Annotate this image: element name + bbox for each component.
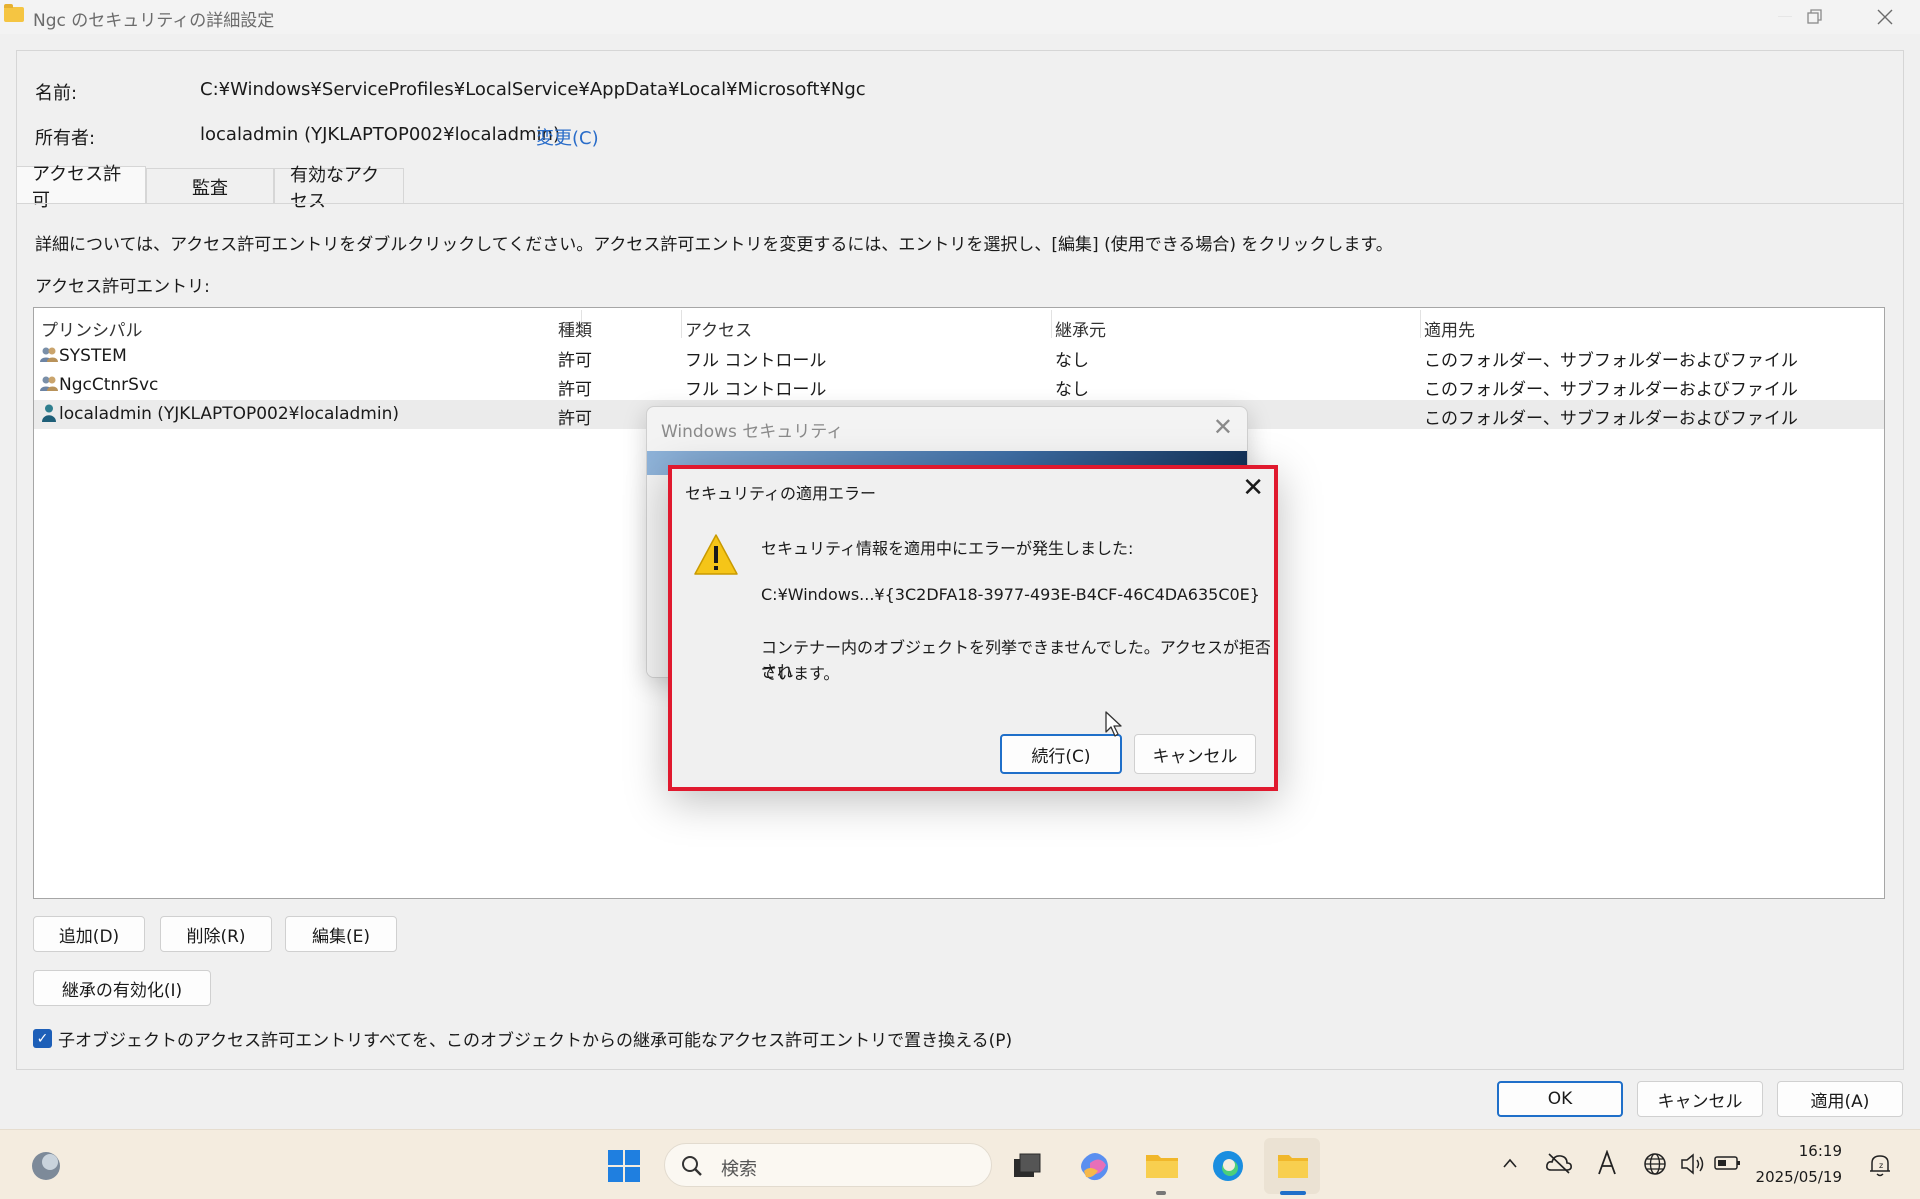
table-row[interactable]: SYSTEM 許可 フル コントロール なし このフォルダー、サブフォルダーおよ…	[34, 342, 1884, 371]
name-value: C:¥Windows¥ServiceProfiles¥LocalService¥…	[200, 79, 866, 100]
inherited-cell: なし	[1055, 351, 1089, 371]
principal-cell: localadmin (YJKLAPTOP002¥localadmin)	[59, 404, 399, 424]
task-view-icon[interactable]	[1012, 1151, 1042, 1181]
running-indicator	[1156, 1191, 1166, 1195]
principal-cell: NgcCtnrSvc	[59, 375, 159, 395]
mouse-cursor-icon	[1105, 711, 1122, 737]
column-header-applies-to[interactable]: 適用先	[1424, 316, 1475, 341]
network-globe-icon[interactable]	[1643, 1152, 1667, 1176]
inherited-cell: なし	[1055, 380, 1089, 400]
error-cancel-button[interactable]: キャンセル	[1134, 734, 1256, 774]
principal-cell: SYSTEM	[59, 346, 127, 366]
restore-icon	[1807, 9, 1822, 24]
info-text: 詳細については、アクセス許可エントリをダブルクリックしてください。アクセス許可エ…	[35, 235, 1393, 255]
notification-bell-icon[interactable]: z	[1868, 1152, 1892, 1178]
error-path: C:¥Windows...¥{3C2DFA18-3977-493E-B4CF-4…	[761, 585, 1260, 604]
type-cell: 許可	[558, 351, 592, 371]
folder-icon	[4, 4, 24, 22]
tab-effective-access[interactable]: 有効なアクセス	[274, 165, 404, 212]
minimize-icon	[1778, 16, 1792, 17]
applies-cell: このフォルダー、サブフォルダーおよびファイル	[1424, 351, 1798, 371]
access-cell: フル コントロール	[685, 380, 827, 400]
warning-icon	[694, 534, 738, 575]
type-cell: 許可	[558, 380, 592, 400]
edit-button[interactable]: 編集(E)	[285, 916, 397, 952]
battery-icon[interactable]	[1714, 1155, 1742, 1171]
svg-text:z: z	[1879, 1161, 1883, 1170]
cancel-button[interactable]: キャンセル	[1637, 1081, 1763, 1117]
name-label: 名前:	[35, 83, 78, 104]
window-title: Ngc のセキュリティの詳細設定	[33, 11, 275, 31]
taskbar-search[interactable]: 検索	[664, 1143, 992, 1187]
chevron-up-icon[interactable]	[1502, 1157, 1518, 1169]
access-cell: フル コントロール	[685, 351, 827, 371]
active-indicator	[1280, 1191, 1306, 1195]
apply-button[interactable]: 適用(A)	[1777, 1081, 1903, 1117]
enable-inheritance-button[interactable]: 継承の有効化(I)	[33, 970, 211, 1006]
user-group-icon	[40, 347, 58, 362]
table-row[interactable]: NgcCtnrSvc 許可 フル コントロール なし このフォルダー、サブフォル…	[34, 371, 1884, 400]
taskbar: 検索 16:19 2025/05/19 z	[0, 1129, 1920, 1199]
tab-auditing[interactable]: 監査	[146, 168, 274, 204]
permission-entries-label: アクセス許可エントリ:	[35, 277, 210, 297]
close-icon[interactable]: ✕	[1242, 473, 1264, 503]
copilot-icon[interactable]	[1078, 1149, 1112, 1183]
close-icon[interactable]: ✕	[1213, 413, 1233, 441]
tab-strip: アクセス許可 監査 有効なアクセス	[16, 164, 404, 212]
clock-time[interactable]: 16:19	[1762, 1142, 1842, 1160]
remove-button[interactable]: 削除(R)	[160, 916, 272, 952]
search-icon	[682, 1156, 702, 1176]
folder-app-icon[interactable]	[1276, 1149, 1310, 1181]
applies-cell: このフォルダー、サブフォルダーおよびファイル	[1424, 380, 1798, 400]
user-icon	[42, 404, 56, 422]
error-message-line1: セキュリティ情報を適用中にエラーが発生しました:	[761, 539, 1134, 558]
type-cell: 許可	[558, 409, 592, 429]
title-bar: Ngc のセキュリティの詳細設定	[0, 0, 1920, 34]
replace-child-permissions-label[interactable]: 子オブジェクトのアクセス許可エントリすべてを、このオブジェクトからの継承可能なア…	[58, 1026, 1012, 1051]
applies-cell: このフォルダー、サブフォルダーおよびファイル	[1424, 409, 1798, 429]
column-header-inherited-from[interactable]: 継承元	[1055, 316, 1106, 341]
add-button[interactable]: 追加(D)	[33, 916, 145, 952]
error-dialog-title: セキュリティの適用エラー	[685, 484, 877, 503]
ok-button[interactable]: OK	[1497, 1081, 1623, 1117]
owner-label: 所有者:	[35, 128, 96, 149]
search-placeholder: 検索	[721, 1159, 757, 1180]
close-icon	[1877, 9, 1893, 25]
ime-icon[interactable]	[1596, 1150, 1618, 1176]
restore-button[interactable]	[1792, 2, 1838, 32]
close-button[interactable]	[1862, 2, 1908, 32]
user-group-icon	[40, 376, 58, 391]
column-header-principal[interactable]: プリンシパル	[41, 316, 143, 341]
file-explorer-icon[interactable]	[1144, 1149, 1180, 1181]
owner-change-link[interactable]: 変更(C)	[536, 124, 599, 150]
error-message-line4: ています。	[761, 664, 840, 683]
column-header-access[interactable]: アクセス	[685, 316, 752, 341]
widgets-icon[interactable]	[30, 1150, 62, 1182]
windows-start-icon[interactable]	[607, 1149, 641, 1183]
tab-divider	[16, 203, 1904, 204]
tab-permissions[interactable]: アクセス許可	[16, 164, 146, 211]
volume-icon[interactable]	[1680, 1152, 1706, 1176]
onedrive-offline-icon[interactable]	[1545, 1152, 1573, 1174]
replace-child-permissions-checkbox[interactable]: ✓	[33, 1029, 52, 1048]
edge-browser-icon[interactable]	[1211, 1149, 1245, 1183]
column-header-type[interactable]: 種類	[558, 316, 592, 341]
clock-date[interactable]: 2025/05/19	[1744, 1168, 1842, 1186]
owner-value: localadmin (YJKLAPTOP002¥localadmin)	[200, 124, 560, 145]
windows-security-title: Windows セキュリティ	[661, 422, 844, 442]
continue-button[interactable]: 続行(C)	[1000, 734, 1122, 774]
security-apply-error-dialog: セキュリティの適用エラー ✕ セキュリティ情報を適用中にエラーが発生しました: …	[668, 465, 1278, 791]
